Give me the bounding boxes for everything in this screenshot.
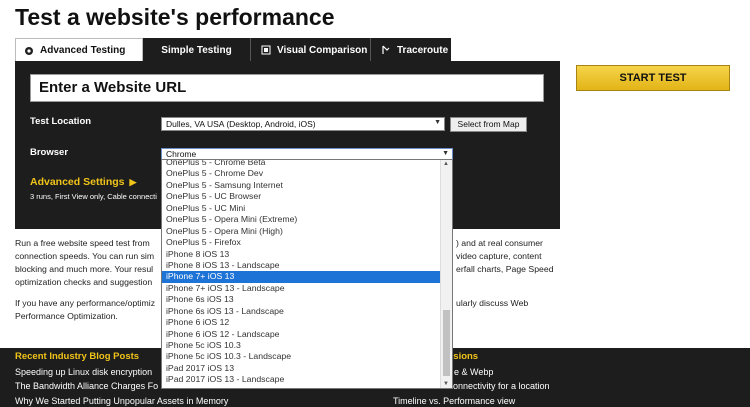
browser-option[interactable]: OnePlus 5 - UC Browser [162, 191, 441, 202]
gear-icon [24, 46, 34, 56]
browser-option[interactable]: iPhone 6 iOS 12 [162, 317, 441, 328]
scroll-down-icon[interactable]: ▼ [443, 381, 449, 387]
url-input[interactable]: Enter a Website URL [30, 74, 544, 102]
intro-text-line: video capture, content [456, 251, 542, 261]
browser-option[interactable]: iPhone 5c iOS 10.3 [162, 340, 441, 351]
browser-option[interactable]: OnePlus 5 - Chrome Dev [162, 168, 441, 179]
browser-option[interactable]: iPhone 6 iOS 12 - Landscape [162, 329, 441, 340]
session-link[interactable]: onnectivity for a location [453, 381, 550, 391]
dropdown-arrow-icon: ▼ [442, 150, 449, 157]
blog-link[interactable]: Why We Started Putting Unpopular Assets … [15, 396, 228, 406]
tab-label: Simple Testing [161, 44, 232, 56]
blog-link[interactable]: Speeding up Linux disk encryption [15, 367, 152, 377]
tab-simple-testing[interactable]: Simple Testing [143, 38, 251, 62]
browser-option[interactable]: OnePlus 5 - Firefox [162, 237, 441, 248]
traceroute-icon [381, 45, 391, 55]
browser-option[interactable]: OnePlus 5 - UC Mini [162, 203, 441, 214]
select-from-map-button[interactable]: Select from Map [450, 117, 527, 132]
tab-label: Advanced Testing [40, 45, 126, 56]
caret-right-icon: ▶ [129, 177, 137, 187]
browser-option[interactable]: iPad 2017 iOS 13 - Landscape [162, 374, 441, 385]
test-location-label: Test Location [30, 116, 92, 127]
test-location-select[interactable]: Dulles, VA USA (Desktop, Android, iOS) ▼ [161, 117, 445, 131]
browser-option[interactable]: iPhone 8 iOS 13 - Landscape [162, 260, 441, 271]
page-title: Test a website's performance [15, 4, 335, 30]
intro-text-line: optimization checks and suggestion [15, 277, 153, 287]
browser-options: OnePlus 5 - Chrome Beta OnePlus 5 - Chrom… [162, 160, 441, 386]
browser-option[interactable]: iPhone 7+ iOS 13 [162, 271, 441, 283]
browser-option[interactable]: OnePlus 5 - Samsung Internet [162, 180, 441, 191]
tab-advanced-testing[interactable]: Advanced Testing [15, 38, 143, 62]
intro-text-line: blocking and much more. Your resul [15, 264, 154, 274]
test-location-value: Dulles, VA USA (Desktop, Android, iOS) [166, 119, 316, 129]
browser-option[interactable]: iPad 2017 iOS 13 [162, 363, 441, 374]
browser-option[interactable]: iPhone 7+ iOS 13 - Landscape [162, 283, 441, 294]
intro-text-line: Run a free website speed test from [15, 238, 150, 248]
intro-text-line: ularly discuss Web [456, 298, 529, 308]
browser-option[interactable]: iPhone 6s iOS 13 [162, 294, 441, 305]
tab-label: Traceroute [397, 44, 449, 56]
browser-option[interactable]: iPhone 8 iOS 13 [162, 249, 441, 260]
start-test-button[interactable]: START TEST [576, 65, 730, 91]
dropdown-arrow-icon: ▼ [434, 119, 441, 126]
dropdown-scrollbar[interactable]: ▲ ▼ [440, 160, 452, 388]
advanced-settings-toggle[interactable]: Advanced Settings ▶ [30, 176, 136, 188]
scrollbar-thumb[interactable] [443, 310, 450, 376]
blog-heading: Recent Industry Blog Posts [15, 351, 140, 362]
film-icon [261, 45, 271, 55]
intro-text-line: If you have any performance/optimiz [15, 298, 156, 308]
advanced-settings-summary: 3 runs, First View only, Cable connecti [30, 192, 157, 201]
browser-dropdown-list: OnePlus 5 - Chrome Beta OnePlus 5 - Chrom… [161, 159, 453, 389]
browser-label: Browser [30, 147, 69, 158]
blog-link[interactable]: The Bandwidth Alliance Charges Fo [15, 381, 158, 391]
browser-option[interactable]: OnePlus 5 - Chrome Beta [162, 160, 441, 168]
browser-option[interactable]: OnePlus 5 - Opera Mini (High) [162, 226, 441, 237]
browser-option[interactable]: OnePlus 5 - Opera Mini (Extreme) [162, 214, 441, 225]
session-link[interactable]: Timeline vs. Performance view [393, 396, 515, 406]
browser-option[interactable]: iPhone 5c iOS 10.3 - Landscape [162, 351, 441, 362]
intro-text-line: ) and at real consumer [456, 238, 543, 248]
intro-text-line: connection speeds. You can run sim [15, 251, 155, 261]
browser-option[interactable]: iPhone 6s iOS 13 - Landscape [162, 306, 441, 317]
intro-text-line: Performance Optimization. [15, 311, 118, 321]
test-type-tabs: Advanced Testing Simple Testing Visual C… [15, 38, 451, 62]
tab-visual-comparison[interactable]: Visual Comparison [251, 38, 371, 62]
intro-text-line: erfall charts, Page Speed [456, 264, 554, 274]
tab-label: Visual Comparison [277, 44, 368, 56]
scroll-up-icon[interactable]: ▲ [443, 161, 449, 167]
session-link[interactable]: e & Webp [454, 367, 493, 377]
advanced-settings-label: Advanced Settings [30, 176, 125, 188]
browser-value: Chrome [166, 149, 197, 159]
tab-traceroute[interactable]: Traceroute [371, 38, 451, 62]
